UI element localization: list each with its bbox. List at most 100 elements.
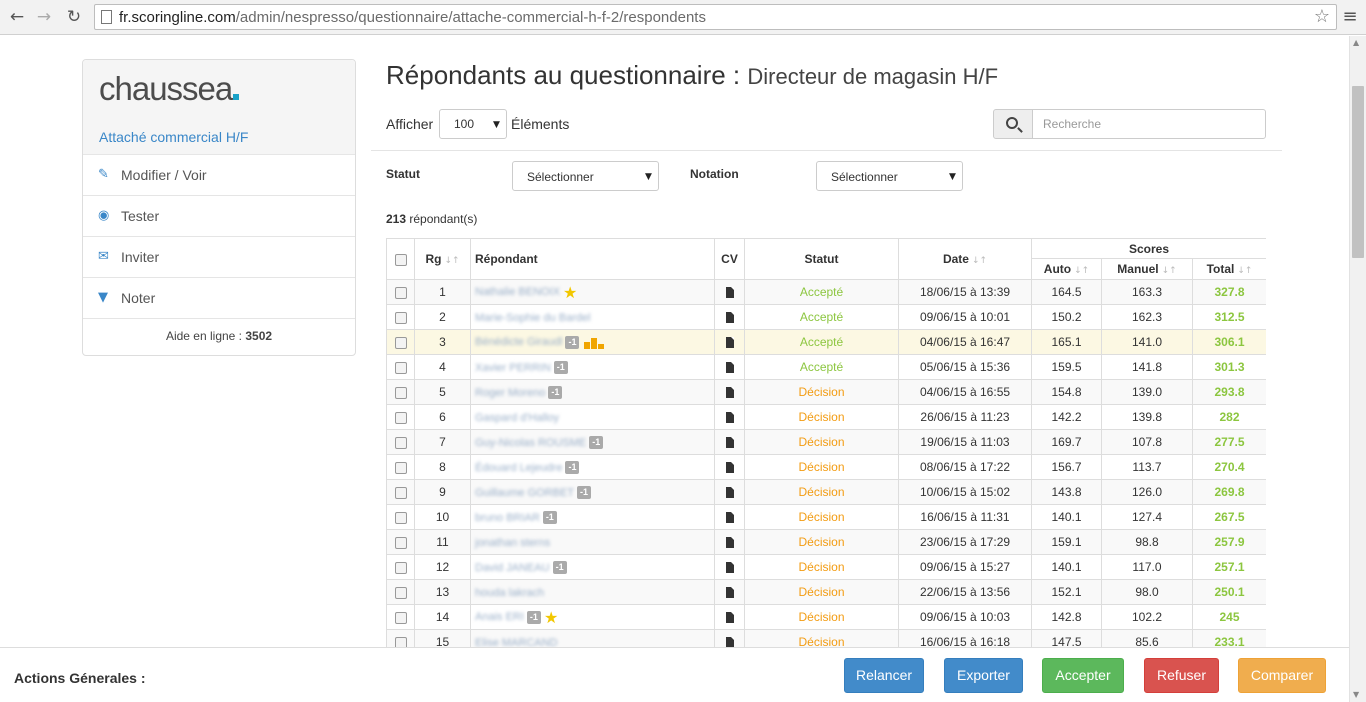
row-checkbox[interactable]: [394, 436, 407, 449]
row-checkbox[interactable]: [394, 486, 407, 499]
table-row[interactable]: 15 Elise MARCAND Décision 16/06/15 à 16:18 1…: [386, 629, 1266, 647]
row-checkbox[interactable]: [394, 311, 407, 324]
search-button[interactable]: [993, 109, 1033, 139]
reload-icon[interactable]: ↻: [63, 6, 85, 28]
respondent-name[interactable]: jonathan sterns: [475, 537, 550, 549]
document-icon[interactable]: [725, 537, 734, 549]
scroll-up-icon[interactable]: ▲: [1353, 38, 1359, 47]
document-icon[interactable]: [725, 612, 734, 624]
respondent-name[interactable]: Nathalie BENOIX: [475, 286, 560, 298]
document-icon[interactable]: [725, 462, 734, 474]
rank-cell: 14: [414, 604, 471, 630]
date-header[interactable]: Date ↓↑: [898, 238, 1032, 280]
bookmark-star-icon[interactable]: ☆: [1314, 6, 1330, 27]
table-row[interactable]: 2 Marie-Sophie du Bardel Accepté 09/06/15 à…: [386, 304, 1266, 330]
status-filter-select[interactable]: Sélectionner ▼: [512, 161, 659, 191]
document-icon[interactable]: [725, 312, 734, 324]
total-score-cell: 301.3: [1191, 354, 1266, 380]
search-input[interactable]: [1032, 109, 1266, 139]
table-row[interactable]: 8 Édouard Lejeudre -1 Décision 08/06/15 à 17…: [386, 454, 1266, 480]
date-cell: 04/06/15 à 16:47: [898, 329, 1032, 355]
row-checkbox[interactable]: [394, 511, 407, 524]
table-row[interactable]: 6 Gaspard d'Halloy Décision 26/06/15 à 11:2…: [386, 404, 1266, 430]
page-scrollbar[interactable]: ▲ ▼: [1349, 36, 1366, 702]
scroll-down-icon[interactable]: ▼: [1353, 690, 1359, 699]
document-icon[interactable]: [725, 337, 734, 349]
select-all-checkbox[interactable]: [394, 253, 407, 266]
row-checkbox[interactable]: [394, 636, 407, 647]
table-row[interactable]: 11 jonathan sterns Décision 23/06/15 à 17:2…: [386, 529, 1266, 555]
respondent-name[interactable]: houda lakrach: [475, 587, 544, 599]
document-icon[interactable]: [725, 437, 734, 449]
sidebar-item-noter[interactable]: ▼ Noter: [83, 278, 355, 319]
row-checkbox[interactable]: [394, 336, 407, 349]
page-size-select[interactable]: 100 ▼: [439, 109, 507, 139]
forward-arrow-icon[interactable]: →: [33, 6, 55, 28]
respondent-name[interactable]: Édouard Lejeudre: [475, 462, 562, 474]
sidebar-item-tester[interactable]: ◉ Tester: [83, 196, 355, 237]
relancer-button[interactable]: Relancer: [844, 658, 924, 693]
respondent-name[interactable]: Marie-Sophie du Bardel: [475, 312, 591, 324]
table-row[interactable]: 5 Roger Moreno -1 Décision 04/06/15 à 16:55 1…: [386, 379, 1266, 405]
browser-menu-icon[interactable]: ≡: [1340, 6, 1360, 28]
table-row[interactable]: 1 Nathalie BENOIX ★ Accepté 18/06/15 à 13:39…: [386, 279, 1266, 305]
table-row[interactable]: 9 Guillaume GORBET -1 Décision 10/06/15 à 15…: [386, 479, 1266, 505]
respondent-name[interactable]: Roger Moreno: [475, 387, 545, 399]
sidebar-item-modifier[interactable]: ✎ Modifier / Voir: [83, 155, 355, 196]
table-row[interactable]: 14 Anais ERI -1 ★ Décision 09/06/15 à 10:03 14…: [386, 604, 1266, 630]
document-icon[interactable]: [725, 412, 734, 424]
respondent-name[interactable]: Guy-Nicolas ROUSME: [475, 437, 586, 449]
table-row[interactable]: 12 David JANEAU -1 Décision 09/06/15 à 15:27…: [386, 554, 1266, 580]
row-checkbox[interactable]: [394, 411, 407, 424]
row-checkbox[interactable]: [394, 461, 407, 474]
rank-header[interactable]: Rg ↓↑: [414, 238, 471, 280]
respondent-name[interactable]: David JANEAU: [475, 562, 550, 574]
document-icon[interactable]: [725, 487, 734, 499]
row-checkbox[interactable]: [394, 361, 407, 374]
document-icon[interactable]: [725, 637, 734, 647]
table-row[interactable]: 3 Bénédicte Giraudl -1 Accepté 04/06/15 à 16…: [386, 329, 1266, 355]
refuse-button[interactable]: Refuser: [1144, 658, 1219, 693]
notation-filter-select[interactable]: Sélectionner ▼: [816, 161, 963, 191]
row-checkbox[interactable]: [394, 536, 407, 549]
questionnaire-name[interactable]: Attaché commercial H/F: [99, 129, 248, 145]
respondent-name[interactable]: Bénédicte Giraudl: [475, 336, 562, 348]
cv-cell: [714, 329, 745, 355]
cv-cell: [714, 529, 745, 555]
document-icon[interactable]: [725, 362, 734, 374]
compare-button[interactable]: Comparer: [1238, 658, 1326, 693]
table-row[interactable]: 10 bruno BRIAR -1 Décision 16/06/15 à 11:31 1…: [386, 504, 1266, 530]
export-button[interactable]: Exporter: [944, 658, 1023, 693]
document-icon[interactable]: [725, 587, 734, 599]
row-checkbox[interactable]: [394, 286, 407, 299]
manual-score-header[interactable]: Manuel ↓↑: [1101, 258, 1193, 280]
respondent-cell: Anais ERI -1 ★: [470, 604, 715, 630]
address-bar[interactable]: fr.scoringline.com/admin/nespresso/quest…: [94, 4, 1337, 30]
respondent-name[interactable]: bruno BRIAR: [475, 512, 540, 524]
back-arrow-icon[interactable]: ←: [6, 6, 28, 28]
document-icon[interactable]: [725, 512, 734, 524]
logo-dot: [233, 94, 240, 100]
row-checkbox[interactable]: [394, 586, 407, 599]
respondent-name[interactable]: Xavier PERRIN: [475, 362, 551, 374]
respondent-name[interactable]: Anais ERI: [475, 611, 524, 623]
sidebar-item-inviter[interactable]: ✉ Inviter: [83, 237, 355, 278]
accept-button[interactable]: Accepter: [1042, 658, 1124, 693]
table-row[interactable]: 4 Xavier PERRIN -1 Accepté 05/06/15 à 15:36 1…: [386, 354, 1266, 380]
respondent-name[interactable]: Gaspard d'Halloy: [475, 412, 559, 424]
document-icon[interactable]: [725, 387, 734, 399]
search-icon: [1006, 117, 1018, 129]
row-checkbox[interactable]: [394, 611, 407, 624]
document-icon[interactable]: [725, 287, 734, 299]
scroll-thumb[interactable]: [1352, 86, 1364, 258]
document-icon[interactable]: [725, 562, 734, 574]
row-checkbox[interactable]: [394, 386, 407, 399]
respondent-name[interactable]: Guillaume GORBET: [475, 487, 574, 499]
table-row[interactable]: 7 Guy-Nicolas ROUSME -1 Décision 19/06/15 à …: [386, 429, 1266, 455]
row-checkbox[interactable]: [394, 561, 407, 574]
total-score-header[interactable]: Total ↓↑: [1191, 258, 1266, 280]
respondent-name[interactable]: Elise MARCAND: [475, 637, 558, 647]
table-row[interactable]: 13 houda lakrach Décision 22/06/15 à 13:56 1…: [386, 579, 1266, 605]
eye-icon: ◉: [98, 208, 110, 223]
auto-score-header[interactable]: Auto ↓↑: [1031, 258, 1102, 280]
